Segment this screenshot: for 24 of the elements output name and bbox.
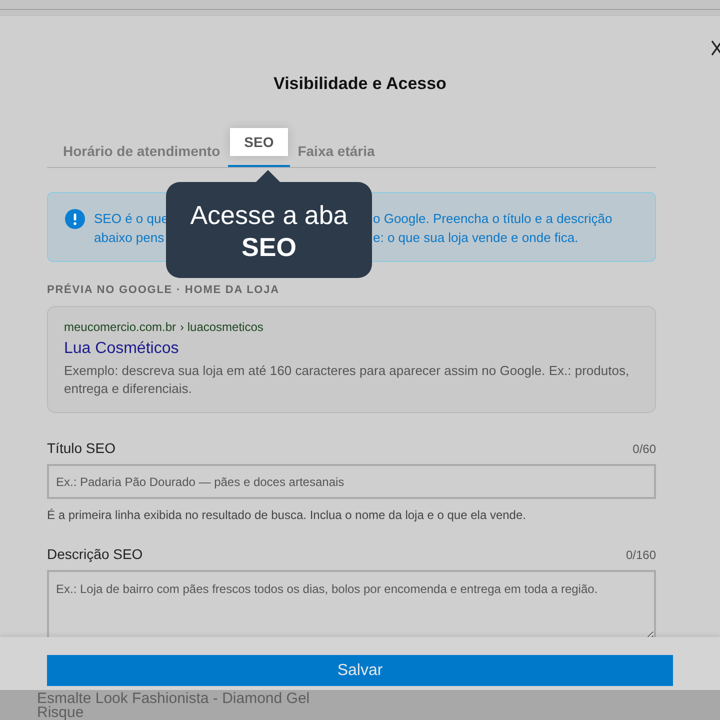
field-label: Descrição SEO (47, 545, 143, 563)
close-icon[interactable] (710, 40, 720, 56)
field-hint: É a primeira linha exibida no resultado de busca. Inclua o nome da loja e o que ela vende. (47, 507, 527, 523)
info-icon (65, 209, 85, 229)
background-text: Esmalte Look Fashionista - Diamond Gel (37, 692, 311, 706)
alert-text: o Google. Preencha o título e a descrição (373, 210, 612, 228)
character-count: 0/60 (632, 441, 656, 457)
preview-path: › luacosmeticos (180, 319, 264, 335)
preview-description: Exemplo: descreva sua loja em até 160 caracteres para aparecer assim no Google. Ex.: produtos, entrega e diferenciais. (64, 362, 630, 398)
tab[interactable]: Faixa etária (294, 128, 379, 167)
section-heading: PRÉVIA NO GOOGLE · HOME DA LOJA (47, 283, 280, 297)
preview-url: meucomercio.com.br (64, 319, 176, 335)
tooltip-pointer-icon (255, 170, 281, 183)
save-button[interactable]: Salvar (47, 655, 673, 686)
title-input-field[interactable]: Ex.: Padaria Pão Dourado — pães e doces artesanais (47, 464, 656, 499)
tab[interactable]: Horário de atendimento (59, 128, 224, 167)
background-text: Risque (37, 706, 85, 720)
alert-text: e: o que sua loja vende e onde fica. (373, 229, 580, 247)
alert-text: abaixo pens (94, 229, 164, 247)
dialog-title: Visibilidade e Acesso (272, 73, 448, 95)
tooltip: Acesse a aba SEO (166, 182, 372, 278)
preview-title: Lua Cosméticos (64, 339, 180, 359)
character-count: 0/160 (626, 547, 656, 563)
field-label: Título SEO (47, 439, 116, 457)
